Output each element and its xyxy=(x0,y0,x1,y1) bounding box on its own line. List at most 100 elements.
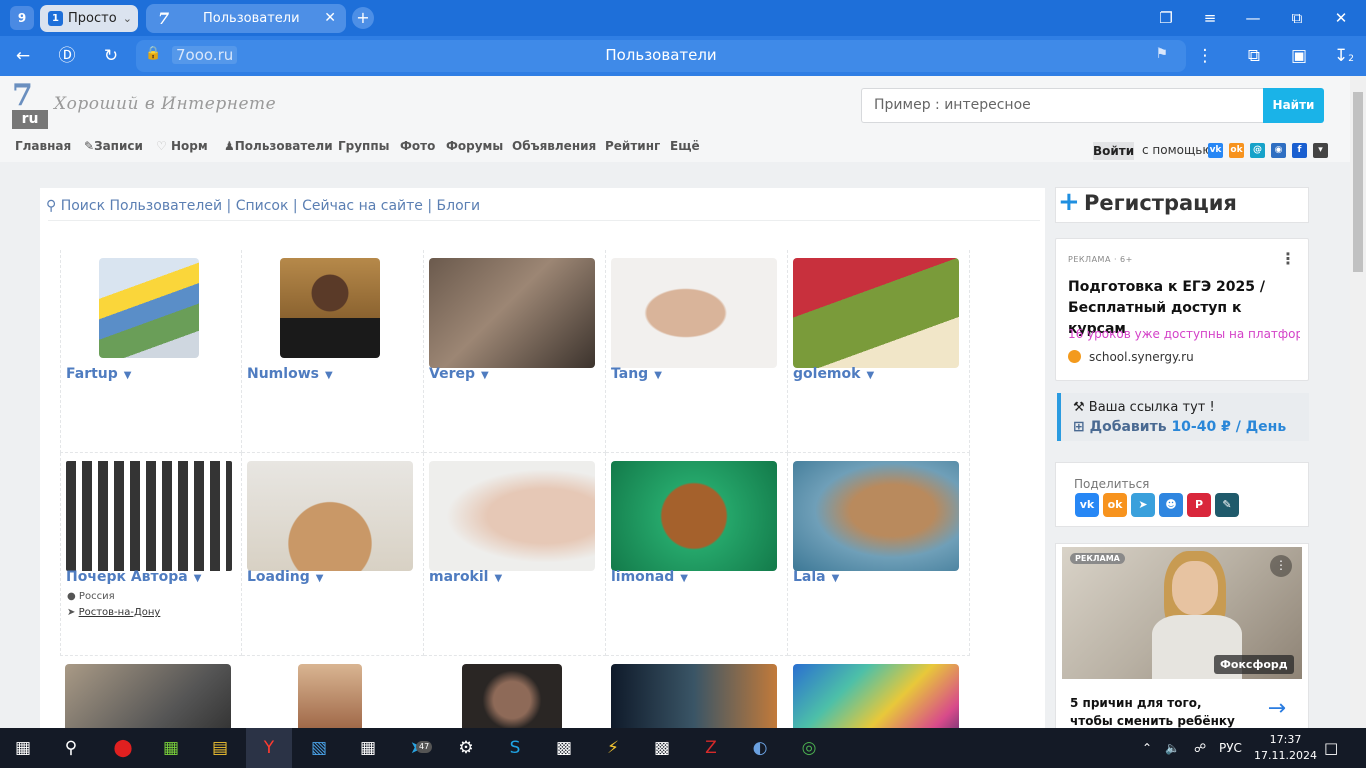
ad-menu-icon[interactable]: ⋮ xyxy=(1280,249,1296,268)
avatar[interactable] xyxy=(793,461,959,571)
menu-item-forums[interactable]: Форумы xyxy=(446,139,503,153)
start-icon[interactable]: ▦ xyxy=(0,728,46,768)
tray-chevron-icon[interactable]: ⌃ xyxy=(1142,728,1152,768)
avatar[interactable] xyxy=(429,461,595,571)
terminal-icon[interactable]: ▩ xyxy=(541,728,587,768)
vk-login-icon[interactable]: vk xyxy=(1208,143,1223,158)
language-indicator[interactable]: РУС xyxy=(1219,728,1242,768)
skype-icon[interactable]: S xyxy=(492,728,538,768)
user-card[interactable]: Numlows ▼ xyxy=(242,250,424,453)
extension-icon[interactable]: ▣ xyxy=(1286,44,1312,68)
ad-text[interactable]: 5 причин для того, чтобы сменить ребёнку… xyxy=(1070,694,1238,728)
mail-login-icon[interactable]: @ xyxy=(1250,143,1265,158)
avatar[interactable] xyxy=(611,461,777,571)
more-icon[interactable]: ⋮ xyxy=(1192,44,1218,68)
user-name[interactable]: Fartup ▼ xyxy=(66,366,131,382)
dropdown-icon[interactable]: ▼ xyxy=(124,370,132,381)
powershell-icon[interactable]: ▩ xyxy=(639,728,685,768)
volume-icon[interactable]: 🔈 xyxy=(1165,728,1180,768)
user-name[interactable]: Numlows ▼ xyxy=(247,366,333,382)
user-city[interactable]: ➤ Ростов-на-Дону xyxy=(67,607,160,618)
dropdown-icon[interactable]: ▼ xyxy=(481,370,489,381)
close-tab-icon[interactable]: ✕ xyxy=(324,4,336,33)
dropdown-icon[interactable]: ▼ xyxy=(654,370,662,381)
opera-icon[interactable]: ⬤ xyxy=(100,728,146,768)
link-promo-add[interactable]: ⊞ Добавить 10-40 ₽ / День xyxy=(1073,419,1286,435)
new-tab-button[interactable]: + xyxy=(352,7,374,29)
search-input[interactable]: Пример : интересное xyxy=(861,88,1263,123)
notifications-icon[interactable]: □ xyxy=(1324,728,1338,768)
facebook-login-icon[interactable]: f xyxy=(1292,143,1307,158)
search-icon[interactable]: ⚲ xyxy=(48,728,94,768)
tab-users[interactable]: 7 Пользователи ✕ xyxy=(146,4,346,33)
ad-block[interactable]: РЕКЛАМА · 6+ ⋮ Подготовка к ЕГЭ 2025 / Б… xyxy=(1055,238,1309,381)
yandex-login-icon[interactable]: ◉ xyxy=(1271,143,1286,158)
dropdown-icon[interactable]: ▼ xyxy=(832,573,840,584)
user-card[interactable]: Tang ▼ xyxy=(606,250,788,453)
subnav-list[interactable]: Список xyxy=(236,198,289,214)
tool-icon[interactable]: ⚡ xyxy=(590,728,636,768)
user-card[interactable]: golemok ▼ xyxy=(788,250,970,453)
user-name[interactable]: marokil ▼ xyxy=(429,569,502,585)
avatar[interactable] xyxy=(280,258,380,358)
scrollbar-thumb[interactable] xyxy=(1353,92,1363,272)
subnav-online[interactable]: Сейчас на сайте xyxy=(302,198,423,214)
clock[interactable]: 17:37 17.11.2024 xyxy=(1254,732,1317,764)
downloads-icon[interactable]: ↧2 xyxy=(1331,44,1357,68)
dropdown-icon[interactable]: ▼ xyxy=(494,573,502,584)
chevron-down-icon[interactable]: ⌄ xyxy=(123,5,132,32)
login-button[interactable]: Войти xyxy=(1093,142,1134,160)
user-name[interactable]: Почерк Автора ▼ xyxy=(66,569,201,585)
dropdown-icon[interactable]: ▼ xyxy=(866,370,874,381)
menu-item-rating[interactable]: Рейтинг xyxy=(605,139,660,153)
page-scrollbar[interactable] xyxy=(1350,76,1366,728)
avatar[interactable] xyxy=(611,258,777,368)
menu-item-norm[interactable]: ♡ Норм xyxy=(156,139,208,153)
avatar[interactable] xyxy=(429,258,595,368)
dropdown-icon[interactable]: ▼ xyxy=(325,370,333,381)
yandex-browser-icon[interactable]: Y xyxy=(246,728,292,768)
link-promo[interactable]: ⚒ Ваша ссылка тут ! ⊞ Добавить 10-40 ₽ /… xyxy=(1057,393,1309,441)
ad-image[interactable]: РЕКЛАМА ⋮ Фоксфорд xyxy=(1062,547,1302,679)
dropdown-icon[interactable]: ▼ xyxy=(680,573,688,584)
mymail-share-icon[interactable]: ☻ xyxy=(1159,493,1183,517)
user-card[interactable]: Loading ▼ xyxy=(242,453,424,656)
bookmark-icon[interactable]: ⚑ xyxy=(1155,46,1168,62)
avatar[interactable] xyxy=(99,258,199,358)
menu-icon[interactable]: ≡ xyxy=(1197,6,1223,30)
avatar[interactable] xyxy=(66,461,232,571)
ad-source[interactable]: school.synergy.ru xyxy=(1068,350,1194,364)
user-name[interactable]: limonad ▼ xyxy=(611,569,688,585)
menu-item-home[interactable]: Главная xyxy=(15,139,71,153)
menu-item-groups[interactable]: Группы xyxy=(338,139,390,153)
avatar[interactable] xyxy=(611,664,777,728)
tabs-icon[interactable]: ⧉ xyxy=(1241,44,1267,68)
network-icon[interactable]: ☍ xyxy=(1194,728,1206,768)
ad-block-2[interactable]: РЕКЛАМА ⋮ Фоксфорд 5 причин для того, чт… xyxy=(1055,543,1309,728)
user-card[interactable]: Lala ▼ xyxy=(788,453,970,656)
settings-icon[interactable]: ⚙ xyxy=(443,728,489,768)
tab-counter[interactable]: 9 xyxy=(10,6,34,30)
user-name[interactable]: golemok ▼ xyxy=(793,366,874,382)
pinterest-share-icon[interactable]: P xyxy=(1187,493,1211,517)
user-card[interactable]: Verep ▼ xyxy=(424,250,606,453)
arrow-right-icon[interactable]: → xyxy=(1268,696,1286,721)
user-name[interactable]: Verep ▼ xyxy=(429,366,489,382)
dropdown-icon[interactable]: ▼ xyxy=(194,573,202,584)
avatar[interactable] xyxy=(247,461,413,571)
back-icon[interactable]: ← xyxy=(10,44,36,68)
menu-item-users[interactable]: ♟Пользователи xyxy=(224,139,333,153)
app-icon[interactable]: ◐ xyxy=(737,728,783,768)
menu-item-ads[interactable]: Объявления xyxy=(512,139,596,153)
avatar[interactable] xyxy=(793,258,959,368)
user-card[interactable]: Почерк Автора ▼ ● Россия ➤ Ростов-на-Дону xyxy=(60,453,242,656)
close-window-icon[interactable]: ✕ xyxy=(1328,6,1354,30)
avatar[interactable] xyxy=(793,664,959,728)
user-name[interactable]: Loading ▼ xyxy=(247,569,324,585)
avatar[interactable] xyxy=(298,664,362,728)
user-card[interactable]: Fartup ▼ xyxy=(60,250,242,453)
url-field[interactable]: 🔒 Пользователи 7ooo.ru ⚑ xyxy=(136,40,1186,72)
site-logo[interactable]: 7 ru xyxy=(12,78,48,130)
user-card[interactable]: limonad ▼ xyxy=(606,453,788,656)
ad-menu-icon[interactable]: ⋮ xyxy=(1270,555,1292,577)
